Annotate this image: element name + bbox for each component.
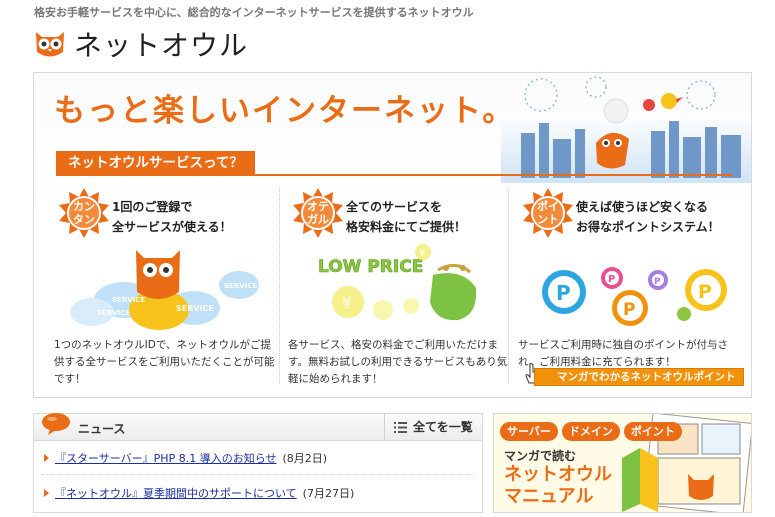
- news-item: 『スターサーバー』PHP 8.1 導入のお知らせ (8月2日): [44, 450, 327, 466]
- service-label: SERVICE: [176, 304, 214, 313]
- news-date: (8月2日): [282, 452, 328, 465]
- logo-text: ネットオウル: [74, 29, 249, 62]
- manual-subtitle: マンガで読む: [504, 449, 577, 463]
- news-panel: ニュース 全てを一覧 『スターサーバー』PHP 8.1 導入のお知らせ (8月2…: [33, 413, 483, 513]
- svg-text:P: P: [608, 274, 615, 285]
- news-link[interactable]: 『ネットオウル』夏季期間中のサポートについて: [55, 485, 297, 501]
- svg-text:¥: ¥: [419, 248, 425, 259]
- service-label: SERVICE: [97, 309, 130, 317]
- coin-icon: P P P P P: [542, 267, 727, 326]
- news-header: ニュース 全てを一覧: [34, 413, 482, 441]
- owl-services-illustration: SERVICE SERVICE SERVICE SERVICE: [70, 250, 259, 330]
- section-underline: [56, 174, 732, 176]
- news-date: (7月27日): [302, 487, 355, 500]
- manual-title: ネットオウル マニュアル: [504, 464, 612, 507]
- feature-description: 各サービス、格安の料金でご利用いただけます。無料お試しの利用できるサービスもあり…: [288, 339, 508, 385]
- feature-affordable: オテ ガル 全てのサービスを 格安料金にてご提供！ LOW PRICE ¥ ¥ …: [288, 185, 514, 395]
- manual-tabs: サーバー ドメイン ポイント: [500, 422, 682, 441]
- manual-tab-server[interactable]: サーバー: [500, 422, 558, 441]
- view-all-label: 全てを一覧: [413, 420, 473, 434]
- low-price-illustration: LOW PRICE ¥ ¥: [318, 244, 477, 321]
- feature-points: ポイ ント 使えば使うほど安くなる お得なポイントシステム！ P P P P P…: [518, 185, 744, 395]
- arrow-right-icon: [44, 489, 49, 497]
- feature-easy: カン タン 1回のご登録で 全サービスが使える！ SERVICE SERVICE…: [54, 185, 280, 395]
- svg-text:P: P: [698, 281, 712, 303]
- news-item: 『ネットオウル』夏季期間中のサポートについて (7月27日): [44, 485, 354, 501]
- arrow-right-icon: [44, 454, 49, 462]
- service-label: SERVICE: [224, 282, 257, 290]
- bubble-icon: [42, 413, 70, 435]
- manual-tab-point[interactable]: ポイント: [623, 422, 682, 441]
- news-title: ニュース: [78, 422, 126, 436]
- section-tag: ネットオウルサービスって？: [56, 151, 255, 175]
- news-view-all-button[interactable]: 全てを一覧: [384, 414, 482, 440]
- badge-label: オテ ガル: [307, 200, 329, 226]
- badge-label: カン タン: [73, 200, 95, 226]
- svg-text:P: P: [623, 300, 635, 320]
- manga-points-link[interactable]: マンガでわかるネットオウルポイント: [534, 368, 744, 386]
- low-price-text: LOW PRICE: [318, 257, 423, 277]
- feature-title: 1回のご登録で 全サービスが使える！: [112, 200, 232, 234]
- city-fireworks-illustration: [501, 76, 751, 183]
- svg-text:P: P: [654, 277, 661, 287]
- news-separator: [42, 474, 474, 475]
- svg-text:¥: ¥: [342, 294, 352, 312]
- tagline: 格安お手軽サービスを中心に、総合的なインターネットサービスを提供するネットオウル: [34, 6, 474, 19]
- hero-banner: もっと楽しいインターネット。 ネットオウルサービスって？ カン タン 1回のご登…: [33, 72, 752, 398]
- feature-description: 1つのネットオウルIDで、ネットオウルがご提供する全サービスをご利用いただくこと…: [54, 339, 275, 385]
- hero-headline: もっと楽しいインターネット。: [54, 93, 516, 129]
- owl-logo-icon: [36, 32, 64, 57]
- manual-tab-domain[interactable]: ドメイン: [561, 422, 620, 441]
- badge-label: ポイ ント: [537, 200, 559, 226]
- manga-manual-banner[interactable]: サーバー ドメイン ポイント マンガで読む ネットオウル マニュアル: [493, 413, 752, 513]
- feature-title: 全てのサービスを 格安料金にてご提供！: [346, 200, 467, 234]
- feature-title: 使えば使うほど安くなる お得なポイントシステム！: [576, 200, 720, 234]
- svg-text:P: P: [556, 281, 571, 305]
- site-logo[interactable]: ネットオウル: [32, 24, 248, 64]
- service-label: SERVICE: [112, 296, 145, 304]
- feature-description: サービスご利用時に独自のポイントが付与され、ご利用料金に充てられます！: [518, 339, 728, 368]
- list-icon: [394, 422, 407, 433]
- news-link[interactable]: 『スターサーバー』PHP 8.1 導入のお知らせ: [55, 450, 276, 466]
